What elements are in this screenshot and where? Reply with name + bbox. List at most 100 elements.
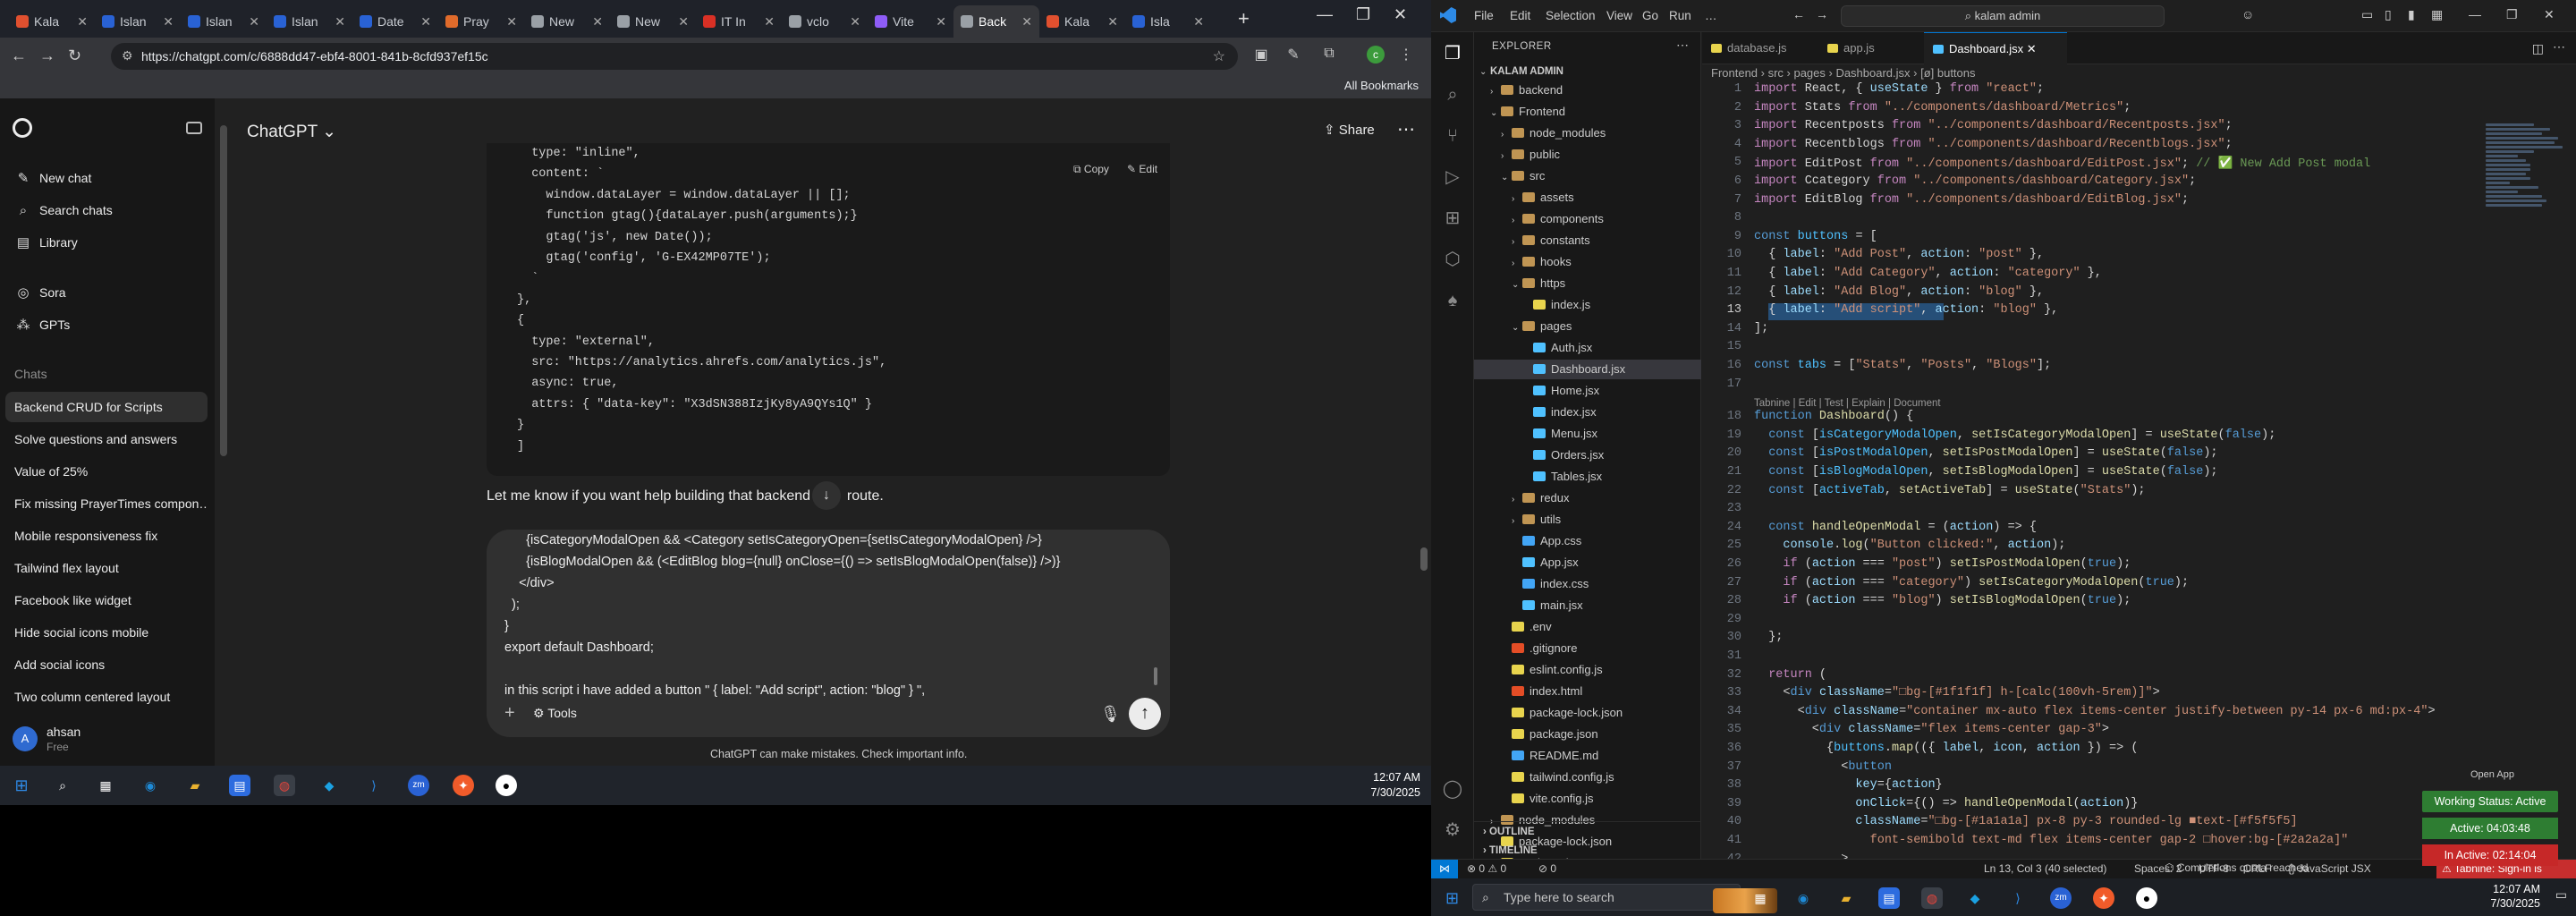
site-info-icon[interactable]: ⚙ <box>122 48 133 64</box>
tab-close-icon[interactable]: ✕ <box>506 14 517 30</box>
editor-tab[interactable]: database.js <box>1702 32 1818 64</box>
folder-item[interactable]: › utils <box>1474 510 1701 530</box>
maximize-icon[interactable]: ❐ <box>2506 7 2518 22</box>
tab-close-icon[interactable]: ✕ <box>1193 14 1204 30</box>
folder-item[interactable]: ⌄ pages <box>1474 317 1701 336</box>
forward-icon[interactable]: → <box>39 47 55 65</box>
main-scrollbar[interactable] <box>1420 547 1428 571</box>
vscode-icon[interactable]: ⟩ <box>363 775 385 796</box>
folder-item[interactable]: ⌄ Frontend <box>1474 102 1701 122</box>
search-icon[interactable]: ⌕ <box>1442 84 1463 106</box>
explorer-icon[interactable]: ❐ <box>1442 43 1463 64</box>
browser-tab[interactable]: Kala ✕ <box>9 5 95 38</box>
file-item[interactable]: Auth.jsx <box>1474 338 1701 358</box>
editor-tab[interactable]: Dashboard.jsx ✕ <box>1924 32 2067 64</box>
browser-menu-icon[interactable]: ⋮ <box>1397 46 1415 64</box>
browser-tab[interactable]: Islan ✕ <box>267 5 352 38</box>
tabnine-icon[interactable]: ⬡ <box>1442 249 1463 270</box>
split-editor-icon[interactable]: ◫ <box>2532 41 2544 56</box>
zoom-icon[interactable]: zm <box>2050 887 2072 909</box>
chrome-icon[interactable]: ◍ <box>274 775 295 796</box>
new-chat-button[interactable]: ✎ New chat <box>13 163 209 193</box>
close-window-icon[interactable]: ✕ <box>1394 5 1407 24</box>
file-item[interactable]: main.jsx <box>1474 596 1701 615</box>
minimize-icon[interactable]: — <box>1317 5 1333 24</box>
workspace-root[interactable]: ⌄ KALAM ADMIN <box>1474 61 1701 81</box>
file-item[interactable]: Menu.jsx <box>1474 424 1701 444</box>
zoom-icon[interactable]: zm <box>408 775 429 796</box>
edge-icon[interactable]: ◉ <box>1792 887 1814 909</box>
menu-item-view[interactable]: View <box>1606 9 1632 22</box>
copy-code-button[interactable]: ⧉ Copy <box>1073 163 1109 176</box>
file-item[interactable]: Tables.jsx <box>1474 467 1701 487</box>
folder-item[interactable]: › node_modules <box>1474 123 1701 143</box>
microphone-icon[interactable]: 🎙 <box>1100 705 1121 724</box>
chat-history-item[interactable]: Facebook like widget <box>5 585 208 615</box>
customize-layout-icon[interactable]: ▦ <box>2431 7 2443 22</box>
back-icon[interactable]: ← <box>11 47 27 65</box>
app-icon[interactable]: ◆ <box>318 775 340 796</box>
edit-code-button[interactable]: ✎ Edit <box>1127 163 1157 175</box>
editor-tab[interactable]: app.js <box>1818 32 1924 64</box>
search-chats-button[interactable]: ⌕ Search chats <box>13 195 209 225</box>
app-icon[interactable]: ◆ <box>1964 887 1986 909</box>
message-composer[interactable]: {isCategoryModalOpen && <Category setIsC… <box>487 530 1170 737</box>
browser-tab[interactable]: Vite ✕ <box>868 5 953 38</box>
browser-tab[interactable]: Date ✕ <box>352 5 438 38</box>
folder-item[interactable]: › public <box>1474 145 1701 165</box>
browser-tab[interactable]: vclo ✕ <box>782 5 868 38</box>
minimize-icon[interactable]: — <box>2469 7 2481 21</box>
menu-item-run[interactable]: Run <box>1669 9 1691 22</box>
tab-close-icon[interactable]: ✕ <box>335 14 345 30</box>
file-item[interactable]: Dashboard.jsx <box>1474 360 1701 379</box>
quota-status[interactable]: ⬡ Completions quota reached <box>2165 859 2309 878</box>
copilot-icon[interactable]: ☺ <box>2241 7 2254 21</box>
sora-button[interactable]: ◎ Sora <box>13 277 209 308</box>
folder-item[interactable]: › components <box>1474 209 1701 229</box>
code-editor[interactable]: 1 import React, { useState } from "react"… <box>1702 82 2576 878</box>
file-item[interactable]: index.jsx <box>1474 403 1701 422</box>
tab-close-icon[interactable]: ✕ <box>163 14 174 30</box>
run-debug-icon[interactable]: ▷ <box>1442 166 1463 188</box>
explorer-more-icon[interactable]: ⋯ <box>1676 38 1689 53</box>
vscode-icon[interactable]: ⟩ <box>2007 887 2029 909</box>
browser-tab[interactable]: Back ✕ <box>953 5 1039 38</box>
app-circle-icon[interactable]: ● <box>2136 887 2157 909</box>
close-window-icon[interactable]: ✕ <box>2544 7 2555 22</box>
more-options-icon[interactable]: ⋯ <box>1397 118 1415 140</box>
remote-indicator-icon[interactable]: ⋈ <box>1431 860 1458 878</box>
open-app-link[interactable]: Open App <box>2470 769 2514 780</box>
tab-close-icon[interactable]: ✕ <box>850 14 860 30</box>
tab-close-icon[interactable]: ✕ <box>764 14 775 30</box>
avatar[interactable]: A <box>13 726 38 751</box>
tab-close-icon[interactable]: ✕ <box>1107 14 1118 30</box>
cursor-position[interactable]: Ln 13, Col 3 (40 selected) <box>1984 860 2106 878</box>
library-button[interactable]: ▤ Library <box>13 227 209 258</box>
file-item[interactable]: eslint.config.js <box>1474 660 1701 680</box>
timeline-section[interactable]: › TIMELINE <box>1474 841 1701 861</box>
browser-tab[interactable]: IT In ✕ <box>696 5 782 38</box>
new-tab-button[interactable]: + <box>1238 7 1250 30</box>
sidebar-toggle-icon[interactable]: ▮ <box>2408 7 2415 22</box>
file-explorer-icon[interactable]: ▰ <box>184 775 206 796</box>
file-item[interactable]: package.json <box>1474 725 1701 744</box>
openai-logo-icon[interactable] <box>13 118 32 138</box>
file-item[interactable]: .gitignore <box>1474 639 1701 658</box>
add-attachment-icon[interactable]: + <box>504 703 515 724</box>
all-bookmarks[interactable]: All Bookmarks <box>1344 79 1419 92</box>
file-item[interactable]: index.css <box>1474 574 1701 594</box>
store-icon[interactable]: ▤ <box>229 775 250 796</box>
menu-item-file[interactable]: File <box>1474 9 1494 22</box>
gpts-button[interactable]: ⁂ GPTs <box>13 310 209 340</box>
tools-button[interactable]: ⚙ Tools <box>533 706 577 721</box>
folder-item[interactable]: ⌄ src <box>1474 166 1701 186</box>
bookmark-star-icon[interactable]: ☆ <box>1213 47 1225 65</box>
nav-forward-icon[interactable]: → <box>1816 7 1828 21</box>
file-item[interactable]: Orders.jsx <box>1474 445 1701 465</box>
tab-close-icon[interactable]: ✕ <box>936 14 946 30</box>
panel-toggle-icon[interactable]: ▯ <box>2385 7 2392 22</box>
file-explorer-icon[interactable]: ▰ <box>1835 887 1857 909</box>
folder-item[interactable]: › assets <box>1474 188 1701 208</box>
composer-textarea[interactable]: {isCategoryModalOpen && <Category setIsC… <box>504 530 1148 701</box>
windows-start-icon[interactable]: ⊞ <box>1445 889 1459 908</box>
